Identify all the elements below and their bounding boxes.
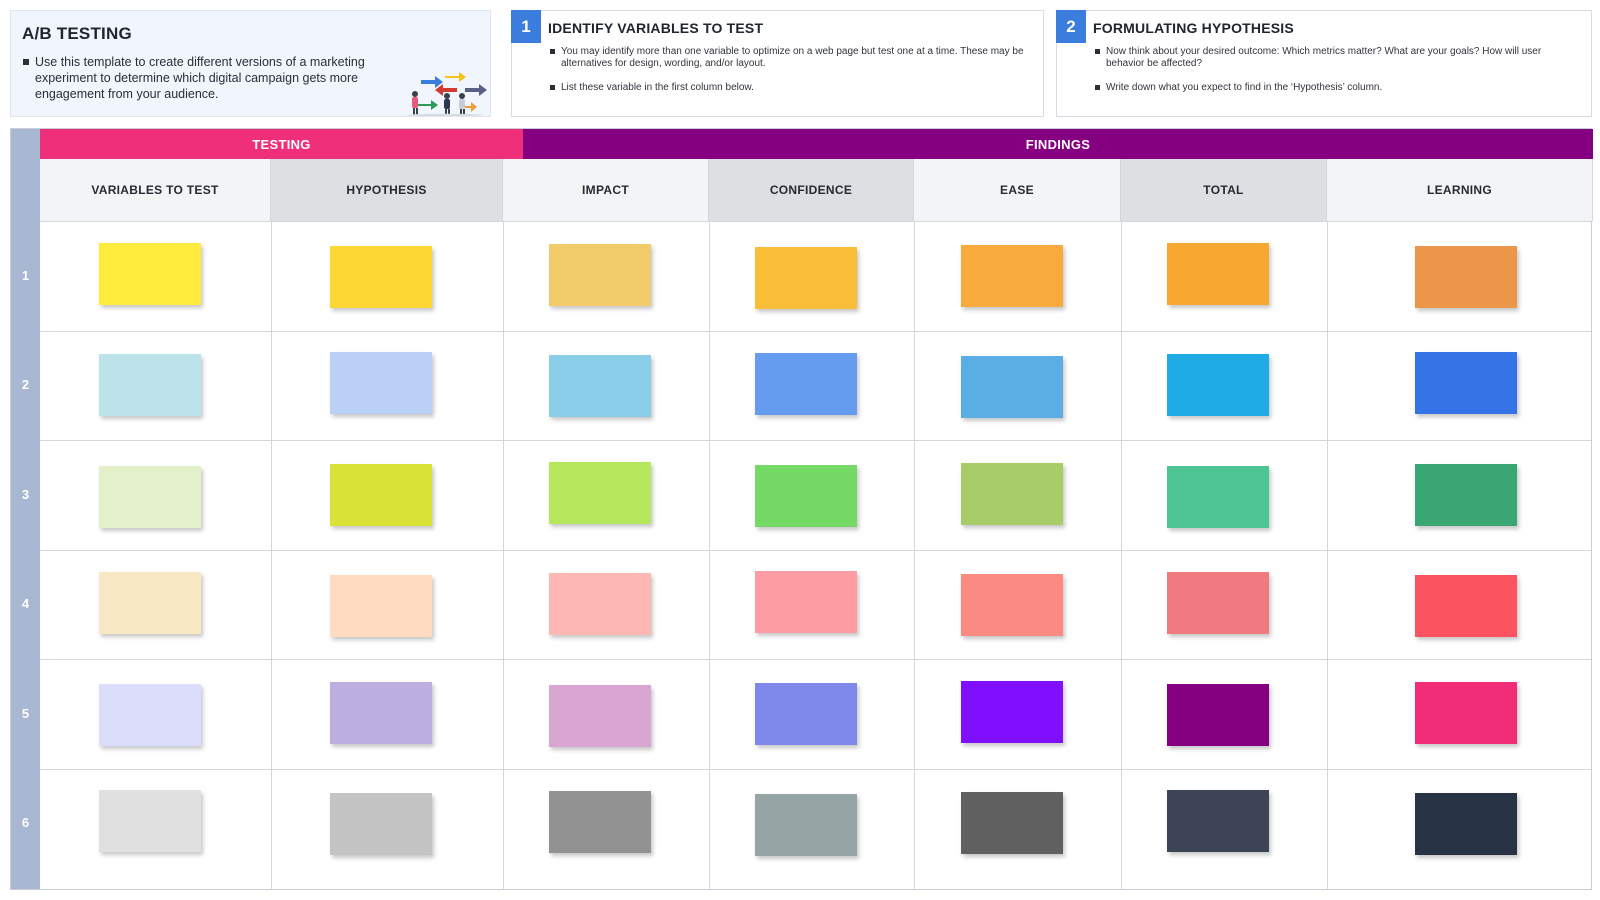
list-item-text: Write down what you expect to find in th… bbox=[1106, 82, 1383, 93]
sticky-note-impact[interactable] bbox=[549, 355, 651, 418]
sticky-note-ease[interactable] bbox=[960, 462, 1063, 525]
sticky-note-total[interactable] bbox=[1167, 572, 1269, 635]
step-2-card: 2 FORMULATING HYPOTHESIS Now think about… bbox=[1056, 10, 1592, 117]
column-header-total: TOTAL bbox=[1121, 159, 1327, 221]
column-header-confidence: CONFIDENCE bbox=[709, 159, 914, 221]
sticky-note-hypothesis[interactable] bbox=[330, 681, 432, 744]
column-divider bbox=[503, 221, 504, 889]
column-header-learning: LEARNING bbox=[1327, 159, 1593, 221]
row-divider bbox=[40, 549, 1591, 551]
sticky-note-hypothesis[interactable] bbox=[330, 793, 432, 856]
column-header-hypothesis: HYPOTHESIS bbox=[271, 159, 503, 221]
people-with-arrows-illustration bbox=[407, 72, 487, 116]
column-divider bbox=[914, 221, 915, 889]
row-number: 2 bbox=[21, 377, 30, 393]
step-2-number: 2 bbox=[1056, 10, 1086, 43]
sticky-note-impact[interactable] bbox=[549, 791, 651, 854]
sticky-note-hypothesis[interactable] bbox=[330, 352, 432, 415]
step-1-number: 1 bbox=[511, 10, 541, 43]
bullet-icon bbox=[550, 49, 555, 54]
sticky-note-confidence[interactable] bbox=[754, 571, 857, 634]
sticky-note-ease[interactable] bbox=[960, 792, 1063, 855]
intro-description: Use this template to create different ve… bbox=[23, 54, 408, 102]
sticky-note-hypothesis[interactable] bbox=[330, 463, 432, 526]
sticky-note-ease[interactable] bbox=[960, 574, 1063, 637]
sticky-note-hypothesis[interactable] bbox=[330, 575, 432, 638]
sticky-note-variables-to-test[interactable] bbox=[98, 465, 201, 528]
step-2-title: FORMULATING HYPOTHESIS bbox=[1093, 20, 1294, 36]
list-item-text: List these variable in the first column … bbox=[561, 82, 754, 93]
sticky-note-impact[interactable] bbox=[549, 461, 651, 524]
intro-card: A/B TESTING Use this template to create … bbox=[10, 10, 491, 117]
sticky-note-variables-to-test[interactable] bbox=[98, 572, 201, 635]
column-divider bbox=[271, 221, 272, 889]
row-number: 1 bbox=[21, 267, 30, 283]
section-header-testing: TESTING bbox=[40, 129, 523, 159]
list-item: List these variable in the first column … bbox=[550, 82, 1033, 94]
sticky-note-total[interactable] bbox=[1167, 790, 1269, 853]
sticky-note-total[interactable] bbox=[1167, 242, 1269, 305]
sticky-note-hypothesis[interactable] bbox=[330, 245, 432, 308]
sticky-note-ease[interactable] bbox=[960, 680, 1063, 743]
sticky-note-ease[interactable] bbox=[960, 356, 1063, 419]
row-number: 5 bbox=[21, 705, 30, 721]
page-title: A/B TESTING bbox=[22, 24, 132, 43]
column-header-impact: IMPACT bbox=[503, 159, 709, 221]
sticky-note-learning[interactable] bbox=[1415, 681, 1517, 744]
list-item: Write down what you expect to find in th… bbox=[1095, 82, 1581, 94]
row-number: 3 bbox=[21, 486, 30, 502]
sticky-note-variables-to-test[interactable] bbox=[98, 790, 201, 853]
row-divider bbox=[40, 440, 1591, 441]
sticky-note-learning[interactable] bbox=[1415, 793, 1517, 856]
sticky-note-impact[interactable] bbox=[549, 684, 651, 747]
row-divider bbox=[40, 768, 1591, 770]
sticky-note-confidence[interactable] bbox=[754, 353, 857, 416]
sticky-note-confidence[interactable] bbox=[754, 794, 857, 857]
sticky-note-learning[interactable] bbox=[1415, 463, 1517, 526]
sticky-note-total[interactable] bbox=[1167, 683, 1269, 746]
intro-description-text: Use this template to create different ve… bbox=[35, 55, 365, 101]
step-1-title: IDENTIFY VARIABLES TO TEST bbox=[548, 20, 764, 36]
column-divider bbox=[1121, 221, 1122, 889]
bullet-icon bbox=[1095, 49, 1100, 54]
sticky-note-total[interactable] bbox=[1167, 465, 1269, 528]
sticky-note-confidence[interactable] bbox=[754, 464, 857, 527]
ab-testing-board: TESTING FINDINGS VARIABLES TO TEST HYPOTH… bbox=[10, 128, 1593, 890]
row-label-strip bbox=[11, 129, 40, 889]
sticky-note-ease[interactable] bbox=[960, 244, 1063, 307]
bullet-icon bbox=[23, 59, 29, 65]
step-1-card: 1 IDENTIFY VARIABLES TO TEST You may ide… bbox=[511, 10, 1044, 117]
row-divider bbox=[40, 221, 1591, 222]
sticky-note-variables-to-test[interactable] bbox=[98, 354, 201, 417]
sticky-note-total[interactable] bbox=[1167, 354, 1269, 417]
row-number: 4 bbox=[21, 596, 30, 612]
sticky-note-variables-to-test[interactable] bbox=[98, 683, 201, 746]
list-item-text: Now think about your desired outcome: Wh… bbox=[1106, 46, 1542, 69]
sticky-note-learning[interactable] bbox=[1415, 352, 1517, 415]
column-divider bbox=[1327, 221, 1328, 889]
column-header-variables-to-test: VARIABLES TO TEST bbox=[40, 159, 271, 221]
sticky-note-impact[interactable] bbox=[549, 243, 651, 306]
sticky-note-impact[interactable] bbox=[549, 573, 651, 636]
list-item: You may identify more than one variable … bbox=[550, 46, 1033, 70]
sticky-note-learning[interactable] bbox=[1415, 245, 1517, 308]
sticky-note-confidence[interactable] bbox=[754, 682, 857, 745]
column-divider bbox=[709, 221, 710, 889]
sticky-note-confidence[interactable] bbox=[754, 246, 857, 309]
row-number: 6 bbox=[21, 815, 30, 831]
sticky-note-variables-to-test[interactable] bbox=[98, 242, 201, 305]
row-divider bbox=[40, 659, 1591, 660]
sticky-note-learning[interactable] bbox=[1415, 575, 1517, 638]
bullet-icon bbox=[550, 85, 555, 90]
bullet-icon bbox=[1095, 85, 1100, 90]
list-item-text: You may identify more than one variable … bbox=[561, 46, 1024, 69]
column-header-ease: EASE bbox=[914, 159, 1121, 221]
list-item: Now think about your desired outcome: Wh… bbox=[1095, 46, 1581, 70]
step-1-list: You may identify more than one variable … bbox=[550, 46, 1033, 106]
section-header-findings: FINDINGS bbox=[523, 129, 1593, 159]
row-divider bbox=[40, 330, 1591, 332]
step-2-list: Now think about your desired outcome: Wh… bbox=[1095, 46, 1581, 106]
